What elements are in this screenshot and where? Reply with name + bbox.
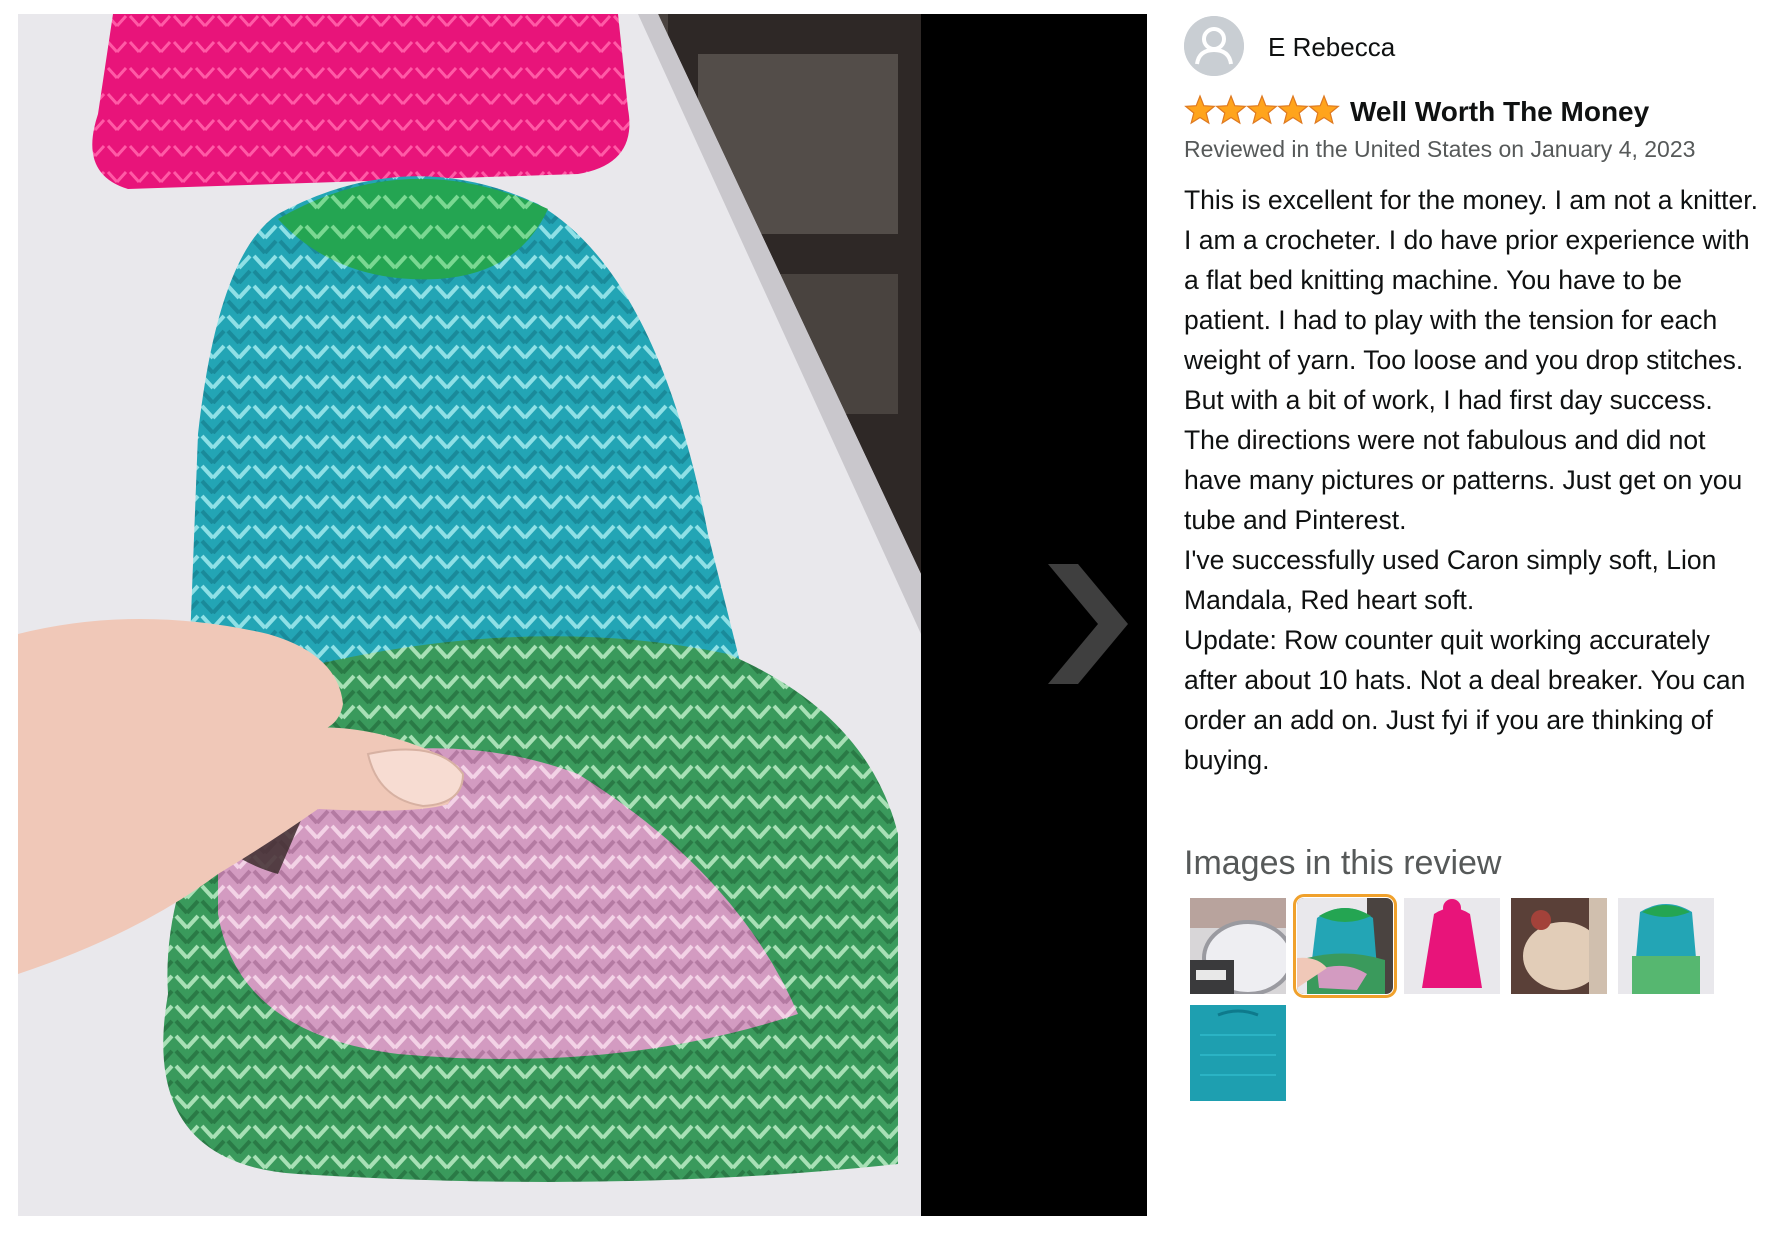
star-icon — [1308, 94, 1340, 125]
chevron-right-icon — [1048, 564, 1128, 684]
star-rating[interactable] — [1184, 94, 1342, 128]
reviewer-name[interactable]: E Rebecca — [1268, 32, 1395, 63]
review-main-photo — [18, 14, 921, 1216]
rating-row: Well Worth The Money — [1184, 92, 1774, 132]
review-date: Reviewed in the United States on January… — [1184, 136, 1696, 162]
star-icon — [1277, 94, 1309, 125]
next-image-button[interactable] — [1038, 554, 1138, 694]
review-panel: E Rebecca Well Worth The Money Reviewed … — [1184, 14, 1774, 1214]
images-heading: Images in this review — [1184, 844, 1502, 882]
star-icon — [1184, 94, 1216, 125]
star-icon — [1215, 94, 1247, 125]
review-title[interactable]: Well Worth The Money — [1350, 96, 1649, 128]
thumbnail-knitting-machine[interactable] — [1190, 898, 1286, 994]
thumbnail-beige-knit[interactable] — [1511, 898, 1607, 994]
media-viewer — [18, 14, 1147, 1216]
thumbnail-teal-green-hat[interactable] — [1618, 898, 1714, 994]
reviewer-profile[interactable]: E Rebecca — [1184, 14, 1774, 76]
thumbnail-pink-hat[interactable] — [1404, 898, 1500, 994]
review-body: This is excellent for the money. I am no… — [1184, 180, 1764, 780]
star-icon — [1246, 94, 1278, 125]
default-user-avatar-icon[interactable] — [1184, 16, 1244, 76]
thumbnail-teal-green-hat-selected[interactable] — [1293, 894, 1397, 998]
thumbnail-teal-hat[interactable] — [1190, 1005, 1286, 1101]
review-paragraph: Update: Row counter quit working accurat… — [1184, 625, 1746, 775]
review-paragraph: This is excellent for the money. I am no… — [1184, 185, 1758, 415]
review-paragraph: I've successfully used Caron simply soft… — [1184, 545, 1717, 615]
review-paragraph: The directions were not fabulous and did… — [1184, 425, 1743, 535]
